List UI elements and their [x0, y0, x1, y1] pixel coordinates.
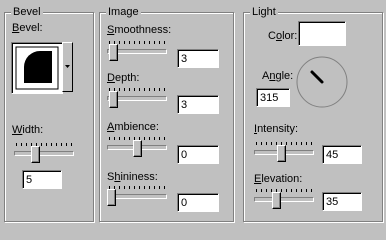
bevel-width-slider[interactable]	[14, 143, 74, 167]
color-label: Color:	[268, 30, 298, 42]
shininess-input[interactable]: 0	[177, 193, 219, 212]
ambience-input[interactable]: 0	[177, 145, 219, 164]
quarter-circle-bevel-icon	[15, 46, 59, 90]
shininess-slider-thumb[interactable]	[107, 189, 116, 206]
bevel-group-title: Bevel	[11, 5, 43, 19]
elevation-slider-track	[254, 197, 314, 202]
dropdown-arrow-icon	[65, 65, 70, 68]
bevel-width-input[interactable]: 5	[22, 170, 62, 189]
shininess-slider[interactable]	[107, 186, 167, 210]
angle-input[interactable]: 315	[256, 88, 290, 107]
intensity-input[interactable]: 45	[322, 145, 362, 164]
depth-input[interactable]: 3	[177, 95, 219, 114]
image-group-title: Image	[106, 5, 141, 19]
bevel-shape-dropdown[interactable]	[11, 42, 73, 94]
elevation-slider-thumb[interactable]	[272, 192, 281, 209]
bevel-shape-preview	[11, 42, 63, 94]
bevel-width-slider-thumb[interactable]	[31, 146, 40, 163]
intensity-label: Intensity:	[254, 123, 299, 135]
bevel-width-slider-ticks	[16, 143, 72, 146]
elevation-label: Elevation:	[254, 173, 303, 185]
bevel-width-label: Width:	[12, 124, 44, 136]
ambience-slider-thumb[interactable]	[133, 140, 142, 157]
angle-label: Angle:	[262, 70, 294, 82]
smoothness-slider-thumb[interactable]	[109, 44, 118, 61]
bevel-dropdown-button[interactable]	[62, 42, 73, 92]
depth-slider[interactable]	[107, 88, 167, 112]
elevation-slider-ticks	[256, 189, 312, 192]
intensity-slider[interactable]	[254, 142, 314, 166]
intensity-slider-thumb[interactable]	[277, 145, 286, 162]
elevation-slider[interactable]	[254, 189, 314, 213]
smoothness-input[interactable]: 3	[177, 49, 219, 68]
smoothness-slider[interactable]	[107, 41, 167, 65]
angle-dial-icon[interactable]	[294, 54, 350, 110]
ambience-label: Ambience:	[107, 121, 159, 133]
depth-slider-thumb[interactable]	[109, 91, 118, 108]
bevel-width-slider-track	[14, 151, 74, 156]
shininess-label: Shininess:	[107, 171, 158, 183]
elevation-input[interactable]: 35	[322, 192, 362, 211]
shininess-slider-track	[107, 194, 167, 199]
depth-label: Depth:	[107, 72, 140, 84]
ambience-slider[interactable]	[107, 137, 167, 161]
bevel-label: Bevel:	[12, 22, 43, 34]
light-group-title: Light	[250, 5, 278, 19]
light-color-swatch[interactable]	[298, 21, 346, 46]
smoothness-label: Smoothness:	[107, 24, 172, 36]
shininess-slider-ticks	[109, 186, 165, 189]
